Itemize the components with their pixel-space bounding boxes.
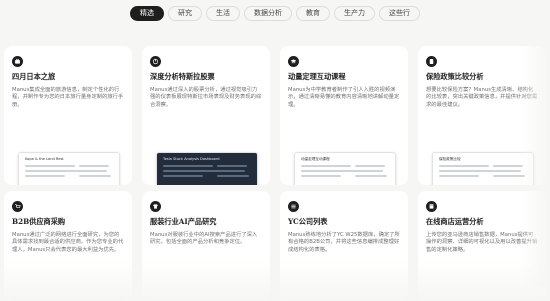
thumbnail-line: [493, 165, 523, 167]
category-tabs: 精选 研究 生活 数据分析 教育 生产力 这些行: [0, 6, 550, 21]
card-description: Manus熟练地分析了YC W25数据库，确定了所有合格的B2B公司，并将这些信…: [288, 232, 400, 253]
tab-2[interactable]: 生活: [206, 6, 240, 21]
list-icon: [288, 201, 299, 212]
thumbnail-line: [163, 175, 203, 177]
card-title: 动量定理互动课程: [288, 72, 346, 81]
thumbnail-line: [493, 170, 521, 172]
card-title: 服装行业AI产品研究: [150, 217, 217, 226]
card-description: Manus集成全面的旅游信息，制定个性化的行程，并制作专为您的日本旅行量身定制的…: [12, 87, 124, 108]
card-description: Manus为中学教育者制作了引人入胜的视频演示，通过清晰易懂的教育内容清晰地讲解…: [288, 87, 400, 108]
thumbnail-line: [163, 165, 213, 167]
card-bottom-fade: [142, 261, 270, 301]
card-preview-thumbnail: 动量定理互动课程: [294, 152, 396, 185]
card-bottom-fade: [280, 261, 408, 301]
tab-4[interactable]: 教育: [296, 6, 330, 21]
thumbnail-line: [301, 175, 341, 177]
card-title: 在线商店运营分析: [426, 217, 484, 226]
card-title: 深度分析特斯拉股票: [150, 72, 215, 81]
card-description: Manus对服装行业中的AI搜索产品进行了深入研究，包括全面的产品分析和竞争定位…: [150, 232, 258, 246]
thumbnail-line: [301, 165, 351, 167]
thumbnail-title: 动量定理互动课程: [301, 157, 330, 161]
use-case-card[interactable]: 服装行业AI产品研究 Manus对服装行业中的AI搜索产品进行了深入研究，包括全面…: [142, 191, 270, 301]
card-preview-thumbnail: Tesla Stock Analysis Dashboard: [156, 152, 258, 185]
thumbnail-title: 保险政策比较: [439, 157, 461, 161]
thumbnail-line: [439, 165, 489, 167]
tab-6[interactable]: 这些行: [379, 6, 420, 21]
suitcase-icon: [12, 56, 23, 67]
use-case-card[interactable]: 动量定理互动课程 Manus为中学教育者制作了引人入胜的视频演示，通过清晰易懂的教…: [280, 46, 408, 185]
card-description: Manus通过深入的股票分析，通过视觉吸引力强的仪表板展现特斯拉市场表现及财务表…: [150, 87, 262, 108]
thumbnail-line: [25, 165, 75, 167]
thumbnail-line: [217, 165, 247, 167]
card-preview-thumbnail: 保险政策比较: [432, 152, 534, 185]
right-edge-fade: [520, 0, 550, 287]
card-title: YC公司列表: [288, 217, 328, 226]
thumbnail-title: Kopa & the Land Rest: [25, 157, 64, 161]
use-case-card[interactable]: 四月日本之旅 Manus集成全面的旅游信息，制定个性化的行程，并制作专为您的日本旅…: [4, 46, 132, 185]
thumbnail-line: [217, 175, 249, 177]
cart-icon: [12, 201, 23, 212]
graduation-icon: [288, 56, 299, 67]
chart-icon: [150, 56, 161, 67]
thumbnail-line: [355, 165, 385, 167]
use-case-card[interactable]: YC公司列表 Manus熟练地分析了YC W25数据库，确定了所有合格的B2B公司…: [280, 191, 408, 301]
thumbnail-line: [439, 175, 479, 177]
card-title: 四月日本之旅: [12, 72, 56, 81]
thumbnail-title: Tesla Stock Analysis Dashboard: [163, 157, 220, 161]
card-preview-thumbnail: Kopa & the Land Rest: [18, 152, 120, 185]
card-bottom-fade: [4, 261, 132, 301]
thumbnail-line: [79, 175, 111, 177]
use-case-card[interactable]: 深度分析特斯拉股票 Manus通过深入的股票分析，通过视觉吸引力强的仪表板展现特斯…: [142, 46, 270, 185]
shirt-icon: [150, 201, 161, 212]
thumbnail-line: [79, 165, 109, 167]
use-case-card[interactable]: B2B供应商采购 Manus通过广泛的网络进行全面研究，为您的具体需求找到最合适的…: [4, 191, 132, 301]
tab-0[interactable]: 精选: [130, 6, 164, 21]
card-title: B2B供应商采购: [12, 217, 66, 226]
thumbnail-line: [355, 170, 383, 172]
card-description: Manus通过广泛的网络进行全面研究，为您的具体需求找到最合适的供应商。作为您专…: [12, 232, 124, 253]
tab-1[interactable]: 研究: [168, 6, 202, 21]
thumbnail-line: [25, 175, 65, 177]
thumbnail-line: [79, 170, 107, 172]
thumbnail-line: [217, 170, 245, 172]
store-icon: [426, 201, 437, 212]
card-title: 保险政策比较分析: [426, 72, 484, 81]
thumbnail-line: [355, 175, 387, 177]
tab-5[interactable]: 生产力: [334, 6, 375, 21]
tab-3[interactable]: 数据分析: [244, 6, 292, 21]
document-icon: [426, 56, 437, 67]
